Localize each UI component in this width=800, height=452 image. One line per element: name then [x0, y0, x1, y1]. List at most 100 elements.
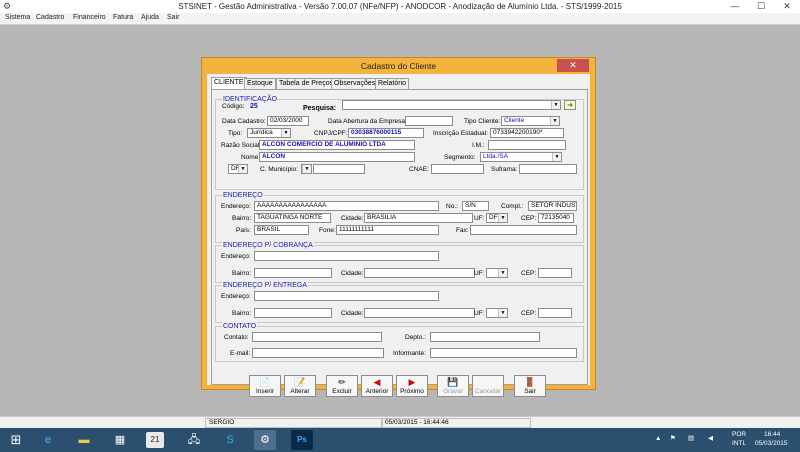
tipo-cliente-select[interactable]: Cliente ▼: [501, 116, 560, 126]
bairro-field[interactable]: TAGUATINGA NORTE: [254, 213, 331, 223]
entrega-bairro-field[interactable]: [254, 308, 332, 318]
chevron-down-icon: ▼: [551, 101, 560, 109]
cobranca-uf-select[interactable]: ▼: [486, 268, 508, 278]
minimize-button[interactable]: —: [722, 0, 748, 13]
maximize-button[interactable]: ☐: [748, 0, 774, 13]
dialog-close-button[interactable]: ✕: [557, 59, 589, 72]
dialog-client-area: CLIENTE Estoque Tabela de Preços Observa…: [207, 74, 590, 397]
numero-field[interactable]: S/N: [462, 201, 489, 211]
close-button[interactable]: ✕: [774, 0, 800, 13]
cobranca-endereco-field[interactable]: [254, 251, 439, 261]
proximo-button[interactable]: ▶ Próximo: [396, 375, 428, 397]
photoshop-icon[interactable]: Ps: [291, 430, 313, 450]
data-abertura-label: Data Abertura da Empresa:: [328, 118, 407, 125]
entrega-title: ENDEREÇO P/ ENTREGA: [222, 281, 309, 290]
menu-fatura[interactable]: Fatura: [113, 14, 133, 21]
data-cadastro-field[interactable]: 02/03/2000: [267, 116, 309, 126]
ie-field[interactable]: 0733942200190*: [490, 128, 564, 138]
cobranca-cidade-label: Cidade:: [341, 270, 364, 277]
ie-label: Inscrição Estadual:: [433, 130, 488, 137]
data-abertura-field[interactable]: [405, 116, 453, 126]
clock-time[interactable]: 16:44: [764, 431, 780, 438]
fax-field[interactable]: [470, 225, 577, 235]
menu-ajuda[interactable]: Ajuda: [141, 14, 159, 21]
tray-arrow-icon[interactable]: ▲: [655, 435, 661, 442]
depto-field[interactable]: [430, 332, 540, 342]
endereco-group: ENDEREÇO Endereço: AAAAAAAAAAAAAAAA No.:…: [215, 191, 584, 243]
razao-social-field[interactable]: ALCON COMERCIO DE ALUMINIO LTDA: [259, 140, 415, 150]
entrega-uf-select[interactable]: ▼: [486, 308, 508, 318]
tray-volume-icon[interactable]: ◀: [708, 434, 713, 442]
tab-tabela-precos[interactable]: Tabela de Preços: [276, 78, 337, 89]
cadastro-cliente-dialog: Cadastro do Cliente ✕ CLIENTE Estoque Ta…: [201, 57, 596, 397]
clock-date[interactable]: 05/03/2015: [755, 440, 788, 447]
gravar-button[interactable]: 💾 Gravar: [437, 375, 469, 397]
tipo-select[interactable]: Jurídica ▼: [247, 128, 291, 138]
contato-field[interactable]: [252, 332, 382, 342]
internet-explorer-icon[interactable]: e: [37, 430, 59, 450]
email-field[interactable]: [252, 348, 384, 358]
numero-label: No.:: [446, 203, 458, 210]
fone-label: Fone:: [319, 227, 336, 234]
uf-select[interactable]: DF ▼: [228, 164, 248, 174]
tab-observacoes[interactable]: Observações: [331, 78, 379, 89]
nome-field[interactable]: ALCON: [259, 152, 415, 162]
network-computer-icon[interactable]: 🖧: [183, 430, 205, 450]
complemento-field[interactable]: SETOR INDUSTR: [528, 201, 577, 211]
municipio-field[interactable]: [313, 164, 365, 174]
cep-field[interactable]: 72135040: [538, 213, 574, 223]
segmento-select[interactable]: Ltda./SA ▼: [480, 152, 562, 162]
tray-network-icon[interactable]: ▤: [688, 434, 694, 442]
excluir-button[interactable]: ✏ Excluir: [326, 375, 358, 397]
windows-start-icon[interactable]: ⊞: [5, 430, 27, 450]
endereco-uf-select[interactable]: DF ▼: [486, 213, 508, 223]
calendar-icon[interactable]: 21: [146, 432, 164, 448]
cobranca-bairro-field[interactable]: [254, 268, 332, 278]
im-field[interactable]: [488, 140, 566, 150]
tab-cliente[interactable]: CLIENTE: [211, 77, 247, 89]
cidade-field[interactable]: BRASILIA: [364, 213, 473, 223]
menu-financeiro[interactable]: Financeiro: [73, 14, 106, 21]
tab-relatorio[interactable]: Relatório: [375, 78, 410, 89]
pesquisa-select[interactable]: ▼: [342, 100, 561, 110]
menu-cadastro[interactable]: Cadastro: [36, 14, 64, 21]
cobranca-cidade-field[interactable]: [364, 268, 475, 278]
inserir-button[interactable]: 📄 Inserir: [249, 375, 281, 397]
entrega-cidade-field[interactable]: [364, 308, 475, 318]
entrega-cep-label: CEP:: [521, 310, 537, 317]
pais-field[interactable]: BRASIL: [254, 225, 309, 235]
chevron-down-icon: ▼: [498, 214, 507, 222]
tab-estoque[interactable]: Estoque: [244, 78, 276, 89]
cnae-field[interactable]: [431, 164, 484, 174]
informante-field[interactable]: [430, 348, 577, 358]
calculator-icon[interactable]: ▦: [109, 430, 131, 450]
endereco-field[interactable]: AAAAAAAAAAAAAAAA: [254, 201, 439, 211]
cancelar-button[interactable]: Cancelar: [472, 375, 504, 397]
cobranca-cep-field[interactable]: [538, 268, 572, 278]
menu-sistema[interactable]: Sistema: [5, 14, 30, 21]
window-title: STSINET - Gestão Administrativa - Versão…: [178, 2, 622, 11]
fone-field[interactable]: 11111111111: [336, 225, 439, 235]
anterior-button[interactable]: ◀ Anterior: [361, 375, 393, 397]
layout-indicator[interactable]: INTL: [732, 440, 746, 447]
stsinet-gear-icon[interactable]: ⚙: [254, 430, 276, 450]
lang-indicator[interactable]: POR: [732, 431, 746, 438]
file-explorer-icon[interactable]: ▬: [73, 430, 95, 450]
search-go-icon[interactable]: ➜: [564, 100, 576, 110]
new-document-icon: 📄: [259, 377, 271, 387]
entrega-endereco-field[interactable]: [254, 291, 439, 301]
suframa-field[interactable]: [519, 164, 577, 174]
sair-button[interactable]: 🚪 Sair: [514, 375, 546, 397]
cobranca-bairro-label: Bairro:: [232, 270, 252, 277]
skype-icon[interactable]: S: [219, 430, 241, 450]
codigo-label: Código:: [222, 103, 245, 110]
tray-flag-icon[interactable]: ⚑: [670, 434, 676, 442]
uf-label: UF:: [474, 215, 485, 222]
menu-sair[interactable]: Sair: [167, 14, 179, 21]
entrega-cep-field[interactable]: [538, 308, 572, 318]
cnpj-field[interactable]: 03038876000115: [348, 128, 424, 138]
alterar-button[interactable]: 📝 Alterar: [284, 375, 316, 397]
cnpj-label: CNPJ/CPF:: [314, 130, 348, 137]
municipio-select[interactable]: ▼: [301, 164, 312, 174]
chevron-down-icon: ▼: [238, 165, 247, 173]
